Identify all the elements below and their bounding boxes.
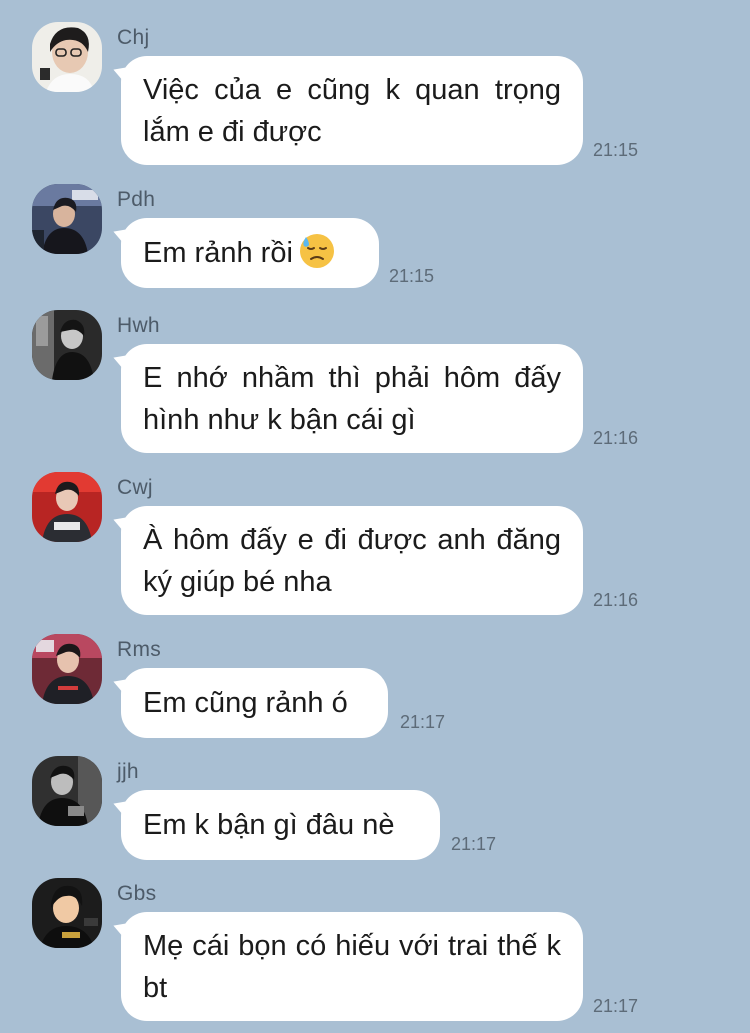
message-time: 21:17 bbox=[593, 996, 639, 1016]
message-time: 21:16 bbox=[593, 428, 639, 448]
sender-name: Pdh bbox=[117, 188, 156, 211]
message-bubble[interactable]: Việc của e cũng k quan trọng lắm e đi đư… bbox=[121, 56, 583, 165]
sender-name: Gbs bbox=[117, 882, 157, 905]
message-bubble[interactable]: Mẹ cái bọn có hiếu với trai thế k bt bbox=[121, 912, 583, 1021]
sender-name: jjh bbox=[117, 760, 139, 783]
sender-name: Hwh bbox=[117, 314, 160, 337]
message-text: Em rảnh rồi bbox=[143, 237, 293, 269]
message-item: Gbs Mẹ cái bọn có hiếu với trai thế k bt… bbox=[0, 878, 750, 1023]
avatar-chj[interactable] bbox=[32, 22, 102, 92]
message-time: 21:15 bbox=[389, 266, 435, 286]
chat-message-list[interactable]: Chj Việc của e cũng k quan trọng lắm e đ… bbox=[0, 0, 750, 1033]
message-bubble[interactable]: Em k bận gì đâu nè bbox=[121, 790, 440, 860]
avatar-rms[interactable] bbox=[32, 634, 102, 704]
message-item: Hwh E nhớ nhầm thì phải hôm đấy hình như… bbox=[0, 310, 750, 453]
message-bubble[interactable]: E nhớ nhầm thì phải hôm đấy hình như k b… bbox=[121, 344, 583, 453]
message-item: Cwj À hôm đấy e đi được anh đăng ký giúp… bbox=[0, 472, 750, 615]
message-item: Chj Việc của e cũng k quan trọng lắm e đ… bbox=[0, 22, 750, 165]
message-time: 21:15 bbox=[593, 140, 639, 160]
sender-name: Cwj bbox=[117, 476, 153, 499]
message-time: 21:17 bbox=[400, 712, 446, 732]
avatar-cwj[interactable] bbox=[32, 472, 102, 542]
avatar-pdh[interactable] bbox=[32, 184, 102, 254]
message-item: Rms Em cũng rảnh ó 21:17 bbox=[0, 634, 750, 744]
avatar-gbs[interactable] bbox=[32, 878, 102, 948]
avatar-jjh[interactable] bbox=[32, 756, 102, 826]
sender-name: Rms bbox=[117, 638, 162, 661]
message-time: 21:16 bbox=[593, 590, 639, 610]
downcast-face-with-sweat-icon bbox=[299, 233, 335, 281]
sender-name: Chj bbox=[117, 26, 150, 49]
message-bubble[interactable]: À hôm đấy e đi được anh đăng ký giúp bé … bbox=[121, 506, 583, 615]
message-time: 21:17 bbox=[451, 834, 497, 854]
message-bubble[interactable]: Em cũng rảnh ó bbox=[121, 668, 388, 738]
message-item: jjh Em k bận gì đâu nè 21:17 bbox=[0, 756, 750, 866]
message-item: Pdh Em rảnh rồi 21:15 bbox=[0, 184, 750, 294]
message-bubble[interactable]: Em rảnh rồi bbox=[121, 218, 379, 288]
avatar-hwh[interactable] bbox=[32, 310, 102, 380]
